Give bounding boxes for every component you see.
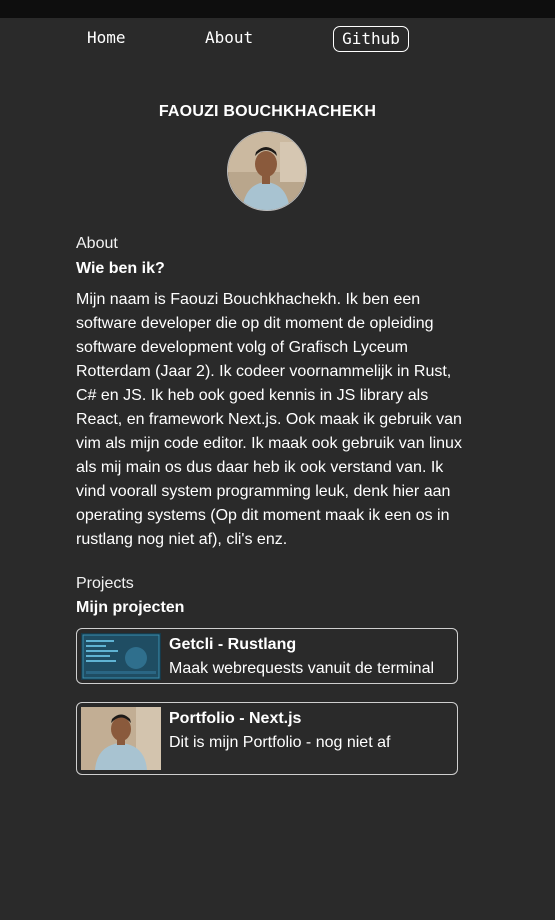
project-title: Portfolio - Next.js [169, 710, 302, 727]
portfolio-photo-icon [81, 707, 161, 770]
project-title: Getcli - Rustlang [169, 636, 297, 653]
projects-section-title: Mijn projecten [76, 599, 185, 616]
project-thumbnail-portfolio [81, 707, 161, 770]
about-section-title: Wie ben ik? [76, 260, 165, 277]
about-section-label: About [76, 235, 118, 252]
project-description: Maak webrequests vanuit de terminal [169, 660, 435, 677]
project-card-getcli[interactable]: Getcli - Rustlang Maak webrequests vanui… [76, 628, 458, 684]
nav-about-link[interactable]: About [205, 26, 253, 50]
projects-section-label: Projects [76, 575, 134, 592]
nav-github-button[interactable]: Github [333, 26, 409, 52]
about-text: Mijn naam is Faouzi Bouchkhachekh. Ik be… [76, 291, 462, 548]
terminal-screenshot-icon [81, 633, 161, 680]
project-card-portfolio[interactable]: Portfolio - Next.js Dit is mijn Portfoli… [76, 702, 458, 775]
browser-top-bar [0, 0, 555, 18]
main-nav: Home About Github [0, 26, 555, 52]
avatar [227, 131, 307, 211]
avatar-photo-icon [228, 132, 306, 210]
project-description: Dit is mijn Portfolio - nog niet af [169, 734, 391, 751]
nav-home-link[interactable]: Home [87, 26, 126, 50]
profile-name: FAOUZI BOUCHKHACHEKH [158, 103, 377, 120]
project-thumbnail-getcli [81, 633, 161, 680]
